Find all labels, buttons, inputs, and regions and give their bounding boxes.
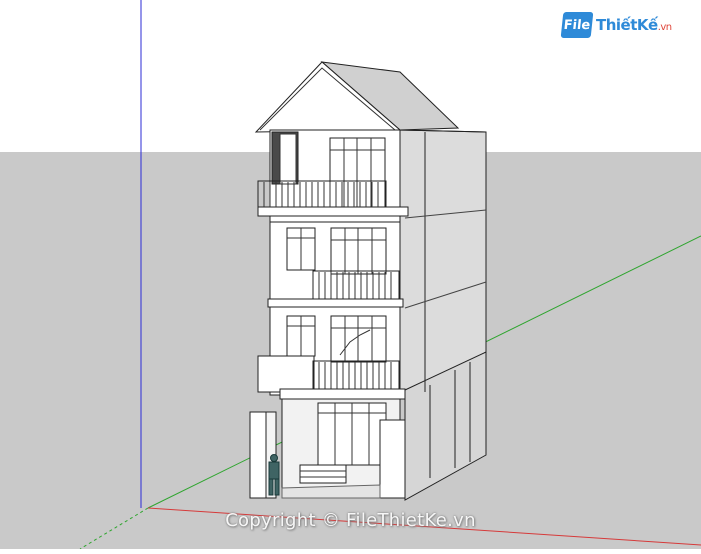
right-gate-wall (379, 419, 406, 499)
entry-steps (299, 464, 347, 484)
townhouse-model[interactable] (249, 61, 487, 501)
brand-mark: File (560, 12, 594, 38)
copyright-watermark: Copyright © FileThietKe.vn (225, 510, 476, 531)
modeling-viewport[interactable] (0, 0, 701, 550)
top-balcony-slab (257, 206, 409, 217)
scene-canvas[interactable] (0, 0, 701, 550)
brand-name: ThiếtKế (596, 16, 658, 34)
brand-suffix: .vn (657, 22, 672, 33)
brand-logo: File ThiếtKế.vn (560, 12, 672, 38)
side-facade (399, 129, 487, 396)
flower-box (257, 355, 315, 393)
